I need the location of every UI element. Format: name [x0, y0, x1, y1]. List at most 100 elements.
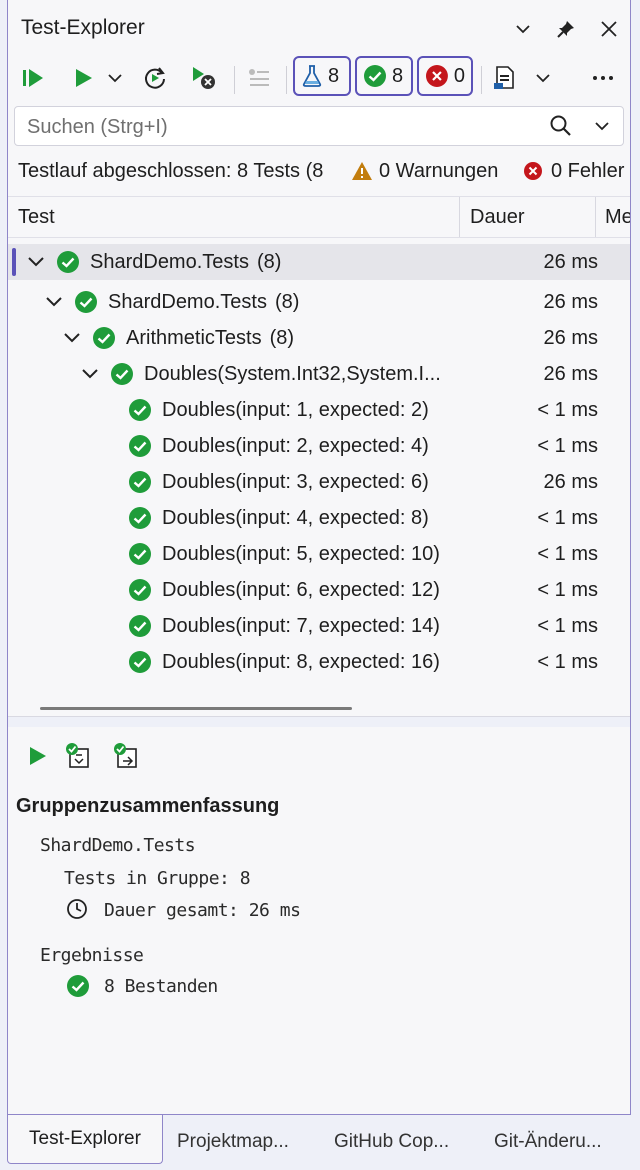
column-divider[interactable] — [459, 197, 460, 237]
test-name: Doubles(input: 4, expected: 8) — [162, 507, 429, 529]
check-circle-icon — [129, 651, 151, 673]
tree-row[interactable]: Doubles(input: 5, expected: 10) < 1 ms — [8, 536, 630, 572]
warnings-count[interactable]: 0 Warnungen — [379, 160, 498, 183]
pin-icon[interactable] — [553, 16, 579, 42]
tree-row[interactable]: Doubles(input: 8, expected: 16) < 1 ms — [8, 644, 630, 680]
column-divider[interactable] — [595, 197, 596, 237]
window-title: Test-Explorer — [21, 16, 145, 39]
more-options-button[interactable] — [588, 62, 618, 94]
rerun-button[interactable] — [140, 62, 170, 94]
go-to-test-button[interactable] — [111, 741, 141, 771]
error-icon — [524, 162, 542, 180]
column-test[interactable]: Test — [18, 206, 55, 229]
close-icon[interactable] — [596, 16, 622, 42]
check-circle-icon — [75, 291, 97, 313]
check-circle-icon — [67, 975, 89, 997]
run-button[interactable] — [68, 62, 98, 94]
playlist-button[interactable] — [490, 62, 520, 94]
tab-test-explorer[interactable]: Test-Explorer — [7, 1115, 163, 1164]
total-count: 8 — [328, 64, 340, 87]
play-icon — [30, 747, 46, 765]
open-test-button[interactable] — [63, 741, 93, 771]
search-input[interactable] — [25, 113, 529, 141]
test-duration: < 1 ms — [537, 543, 598, 565]
test-duration: < 1 ms — [537, 579, 598, 601]
errors-count[interactable]: 0 Fehler — [551, 160, 624, 183]
test-duration: < 1 ms — [537, 651, 598, 673]
search-icon[interactable] — [549, 114, 575, 140]
total-tests-filter[interactable]: 8 — [293, 56, 351, 96]
column-more[interactable]: Me — [605, 206, 630, 229]
group-filter-button[interactable] — [244, 62, 274, 94]
toolbar-separator — [234, 66, 235, 94]
toolbar-separator — [286, 66, 287, 94]
test-name: ShardDemo.Tests (8) — [90, 251, 282, 273]
tree-row[interactable]: Doubles(input: 1, expected: 2) < 1 ms — [8, 392, 630, 428]
rerun-icon — [145, 67, 165, 89]
tab-git-changes[interactable]: Git-Änderu... — [494, 1121, 602, 1163]
tree-row[interactable]: Doubles(input: 2, expected: 4) < 1 ms — [8, 428, 630, 464]
debug-stop-button[interactable] — [188, 62, 220, 94]
run-dropdown-button[interactable] — [104, 62, 126, 94]
passed-count: 8 — [392, 64, 404, 87]
tree-row[interactable]: ArithmeticTests (8) 26 ms — [8, 320, 630, 356]
go-to-test-icon — [114, 743, 137, 768]
status-bar: Testlauf abgeschlossen: 8 Tests (8 0 War… — [8, 154, 630, 188]
details-pane: Gruppenzusammenfassung ShardDemo.Tests T… — [8, 727, 630, 1114]
search-options-dropdown[interactable] — [593, 117, 613, 137]
tab-github-copilot[interactable]: GitHub Cop... — [334, 1121, 449, 1163]
test-name: ShardDemo.Tests (8) — [108, 291, 300, 313]
test-duration: < 1 ms — [537, 435, 598, 457]
test-name: Doubles(System.Int32,System.I... — [144, 363, 441, 385]
check-circle-icon — [93, 327, 115, 349]
chevron-down-icon[interactable] — [80, 363, 100, 383]
playlist-dropdown-button[interactable] — [532, 62, 554, 94]
check-circle-icon — [111, 363, 133, 385]
test-duration: 26 ms — [543, 327, 598, 349]
chevron-down-icon — [595, 122, 609, 131]
tab-solution-explorer[interactable]: Projektmap... — [177, 1121, 289, 1163]
test-duration: 26 ms — [543, 363, 598, 385]
group-name: ShardDemo.Tests — [40, 835, 196, 856]
check-circle-icon — [57, 251, 79, 273]
tree-row[interactable]: Doubles(System.Int32,System.I... 26 ms — [8, 356, 630, 392]
test-name: Doubles(input: 6, expected: 12) — [162, 579, 440, 601]
column-duration[interactable]: Dauer — [470, 206, 524, 229]
error-circle-icon — [425, 65, 448, 87]
chevron-down-icon[interactable] — [510, 16, 536, 42]
check-circle-icon — [129, 579, 151, 601]
run-all-button[interactable] — [18, 62, 48, 94]
test-duration: 26 ms — [543, 251, 598, 273]
results-label: Ergebnisse — [40, 945, 144, 966]
tree-row[interactable]: Doubles(input: 7, expected: 14) < 1 ms — [8, 608, 630, 644]
failed-tests-filter[interactable]: 0 — [417, 56, 473, 96]
test-explorer-panel: Test-Explorer 8 8 0 Suchen (Strg+I) Test… — [7, 0, 631, 1115]
chevron-down-icon[interactable] — [62, 327, 82, 347]
test-name: Doubles(input: 2, expected: 4) — [162, 435, 429, 457]
clock-icon — [67, 899, 87, 919]
tree-row[interactable]: Doubles(input: 4, expected: 8) < 1 ms — [8, 500, 630, 536]
ellipsis-icon — [593, 76, 613, 80]
title-bar: Test-Explorer — [8, 0, 630, 54]
tree-row[interactable]: Doubles(input: 6, expected: 12) < 1 ms — [8, 572, 630, 608]
column-header: Test Dauer Me — [8, 196, 630, 238]
tool-window-tabs: Test-Explorer Projektmap... GitHub Cop..… — [0, 1115, 640, 1170]
playlist-icon — [494, 66, 514, 89]
test-name: Doubles(input: 8, expected: 16) — [162, 651, 440, 673]
test-tree: ShardDemo.Tests (8) 26 ms ShardDemo.Tests (8… — [8, 240, 630, 710]
total-duration: Dauer gesamt: 26 ms — [104, 900, 301, 921]
tree-row[interactable]: ShardDemo.Tests (8) 26 ms — [8, 244, 630, 280]
run-summary: Testlauf abgeschlossen: 8 Tests (8 — [18, 160, 324, 182]
chevron-down-icon[interactable] — [26, 251, 46, 271]
test-name: Doubles(input: 5, expected: 10) — [162, 543, 440, 565]
test-name: ArithmeticTests (8) — [126, 327, 295, 349]
chevron-down-icon[interactable] — [44, 291, 64, 311]
test-duration: < 1 ms — [537, 507, 598, 529]
failed-count: 0 — [453, 64, 465, 87]
horizontal-scrollbar[interactable] — [40, 707, 352, 710]
passed-tests-filter[interactable]: 8 — [355, 56, 413, 96]
selection-indicator — [12, 248, 16, 276]
tree-row[interactable]: Doubles(input: 3, expected: 6) 26 ms — [8, 464, 630, 500]
run-group-button[interactable] — [22, 741, 52, 771]
tree-row[interactable]: ShardDemo.Tests (8) 26 ms — [8, 284, 630, 320]
